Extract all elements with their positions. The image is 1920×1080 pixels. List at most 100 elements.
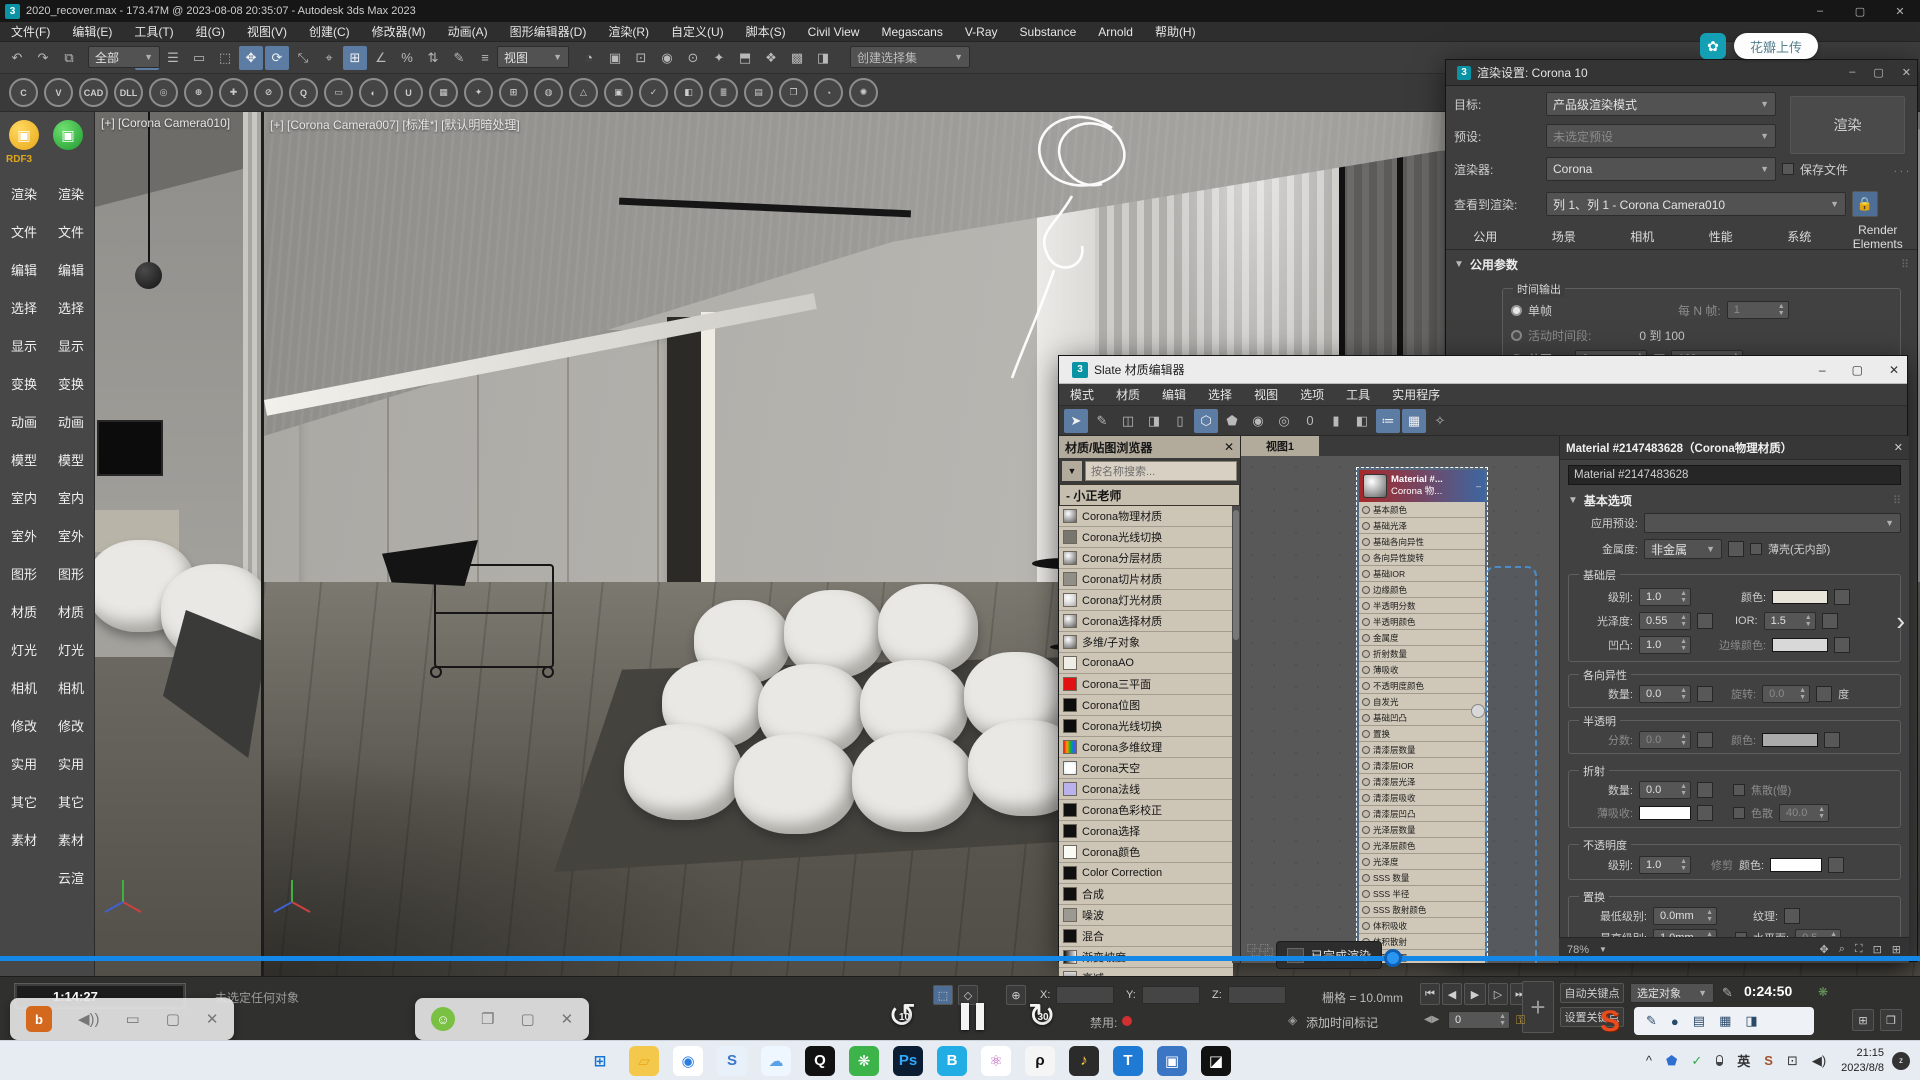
select-tool-icon[interactable]: ➤: [1064, 409, 1088, 433]
material-list-item[interactable]: Corona位图: [1059, 695, 1233, 716]
sidebar-item[interactable]: 渲染: [49, 174, 93, 212]
select-by-name-icon[interactable]: ☰: [161, 46, 185, 70]
zoom-dropdown-icon[interactable]: ▼: [1599, 945, 1607, 954]
node-scroll-handle[interactable]: [1471, 704, 1485, 718]
rhino-icon[interactable]: ρ: [1025, 1046, 1055, 1076]
search-by-name-input[interactable]: 按名称搜索...: [1085, 461, 1237, 481]
sidebar-item[interactable]: 实用: [49, 744, 93, 782]
plugin-button[interactable]: DLL: [114, 78, 143, 107]
sidebar-item[interactable]: 室内: [2, 478, 46, 516]
frame-arrows-icon[interactable]: ◀▶: [1424, 1014, 1439, 1025]
material-list-item[interactable]: Corona颜色: [1059, 842, 1233, 863]
skip-forward-button[interactable]: ↻30: [1028, 996, 1057, 1036]
texture-map-button[interactable]: [1784, 908, 1800, 924]
slate-menu-item[interactable]: 选择: [1197, 384, 1243, 406]
sidebar-item[interactable]: 灯光: [2, 630, 46, 668]
sougou-toolbar[interactable]: ✎● ▤▦ ◨: [1634, 1007, 1814, 1035]
basic-options-rollout[interactable]: 基本选项: [1584, 492, 1632, 509]
pen-icon[interactable]: ✎: [1646, 1013, 1657, 1029]
plugin-button[interactable]: CAD: [79, 78, 108, 107]
select-tree-icon[interactable]: ✧: [1428, 409, 1452, 433]
menu-item[interactable]: Megascans: [870, 22, 953, 41]
x-field[interactable]: [1056, 986, 1114, 1004]
bw-app-icon[interactable]: ◪: [1201, 1046, 1231, 1076]
sidebar-item[interactable]: 灯光: [49, 630, 93, 668]
material-group-header[interactable]: - 小正老师: [1059, 484, 1240, 506]
qq-icon[interactable]: Q: [805, 1046, 835, 1076]
bump-spinner[interactable]: 1.0▲▼: [1639, 636, 1691, 654]
material-list-item[interactable]: Corona色彩校正: [1059, 800, 1233, 821]
node-collapse-icon[interactable]: –: [1476, 481, 1481, 491]
material-editor-icon[interactable]: ◉: [655, 46, 679, 70]
sidebar-item[interactable]: 素材: [2, 820, 46, 858]
frame-spinner[interactable]: 0▲▼: [1448, 1011, 1510, 1029]
node-slot[interactable]: 置换: [1359, 726, 1485, 742]
mic-dot-icon[interactable]: ●: [1671, 1014, 1679, 1029]
render-icon[interactable]: ⬒: [733, 46, 757, 70]
assign-icon[interactable]: ◫: [1116, 409, 1140, 433]
music-app-icon[interactable]: ♪: [1069, 1046, 1099, 1076]
put-library-icon[interactable]: ◨: [1142, 409, 1166, 433]
chrome-icon[interactable]: ◉: [673, 1046, 703, 1076]
plugin-button[interactable]: ❐: [779, 78, 808, 107]
node-slot[interactable]: 清漆层数量: [1359, 742, 1485, 758]
viewport-label-main[interactable]: [+] [Corona Camera007] [标准*] [默认明暗处理]: [270, 116, 520, 133]
menu-item[interactable]: 修改器(M): [361, 22, 437, 41]
node-slot[interactable]: 清漆层IOR: [1359, 758, 1485, 774]
slate-menu-item[interactable]: 工具: [1335, 384, 1381, 406]
node-slot[interactable]: 光泽度: [1359, 854, 1485, 870]
node-slot[interactable]: 基本颜色: [1359, 502, 1485, 518]
zoom-selected-icon[interactable]: ⊞: [1892, 943, 1901, 956]
material-list-item[interactable]: Corona物理材质: [1059, 506, 1233, 527]
auto-key-button[interactable]: 自动关键点: [1560, 983, 1624, 1003]
plugin-button[interactable]: ✓: [639, 78, 668, 107]
sidebar-item[interactable]: 图形: [2, 554, 46, 592]
viewport-camera010[interactable]: [+] [Corona Camera010]: [95, 112, 261, 976]
slate-menu-item[interactable]: 模式: [1059, 384, 1105, 406]
named-selection-set-field[interactable]: 创建选择集▼: [850, 46, 970, 68]
overlay2-restore-icon[interactable]: ❐: [481, 1010, 494, 1028]
opacity-level-spinner[interactable]: 1.0▲▼: [1639, 856, 1691, 874]
redo-icon[interactable]: ↷: [31, 46, 55, 70]
explorer-icon[interactable]: ▱: [629, 1046, 659, 1076]
aniso-amount-spinner[interactable]: 0.0▲▼: [1639, 685, 1691, 703]
menu-item[interactable]: 自定义(U): [660, 22, 735, 41]
render-settings-tab[interactable]: 相机: [1603, 228, 1682, 245]
node-slot[interactable]: 基础IOR: [1359, 566, 1485, 582]
huaban-upload-button[interactable]: 花瓣上传: [1734, 33, 1818, 59]
sidebar-item[interactable]: 选择: [49, 288, 93, 326]
rotate-icon[interactable]: ⟳: [265, 46, 289, 70]
material-list-item[interactable]: Corona切片材质: [1059, 569, 1233, 590]
node-slot[interactable]: 自发光: [1359, 694, 1485, 710]
material-list-item[interactable]: 多维/子对象: [1059, 632, 1233, 653]
z-field[interactable]: [1228, 986, 1286, 1004]
node-layout-icon[interactable]: ◧: [1350, 409, 1374, 433]
close-button[interactable]: ✕: [1880, 0, 1920, 22]
node-slot[interactable]: 半透明颜色: [1359, 614, 1485, 630]
options-icon[interactable]: ▦: [1402, 409, 1426, 433]
viewport-label-mini[interactable]: [+] [Corona Camera010]: [101, 116, 230, 130]
menu-item[interactable]: Substance: [1009, 22, 1088, 41]
menu-item[interactable]: 编辑(E): [61, 22, 123, 41]
maximize-viewport-icon[interactable]: ❐: [1880, 1009, 1902, 1031]
slate-menu-item[interactable]: 材质: [1105, 384, 1151, 406]
plugin-button[interactable]: ▣: [604, 78, 633, 107]
material-list-item[interactable]: Corona天空: [1059, 758, 1233, 779]
every-n-spinner[interactable]: 1▲▼: [1727, 301, 1789, 319]
material-list-item[interactable]: Corona法线: [1059, 779, 1233, 800]
render-settings-tab[interactable]: 系统: [1760, 228, 1839, 245]
plugin-button[interactable]: ◎: [149, 78, 178, 107]
sidebar-item[interactable]: 显示: [2, 326, 46, 364]
slate-menu-item[interactable]: 实用程序: [1381, 384, 1451, 406]
plugin-button[interactable]: ◧: [674, 78, 703, 107]
menu-item[interactable]: 创建(C): [298, 22, 361, 41]
zoom-tool-icon[interactable]: ⌕: [1839, 943, 1845, 956]
render-button[interactable]: 渲染: [1790, 96, 1905, 154]
plugin-button[interactable]: ◐: [359, 78, 388, 107]
browser-icon[interactable]: S: [717, 1046, 747, 1076]
fraction-spinner[interactable]: 0.0▲▼: [1639, 731, 1691, 749]
plugin-button[interactable]: ✚: [219, 78, 248, 107]
material-list-item[interactable]: 混合: [1059, 926, 1233, 947]
time-tag-icon[interactable]: ◈: [1288, 1013, 1297, 1027]
slate-menu-item[interactable]: 视图: [1243, 384, 1289, 406]
